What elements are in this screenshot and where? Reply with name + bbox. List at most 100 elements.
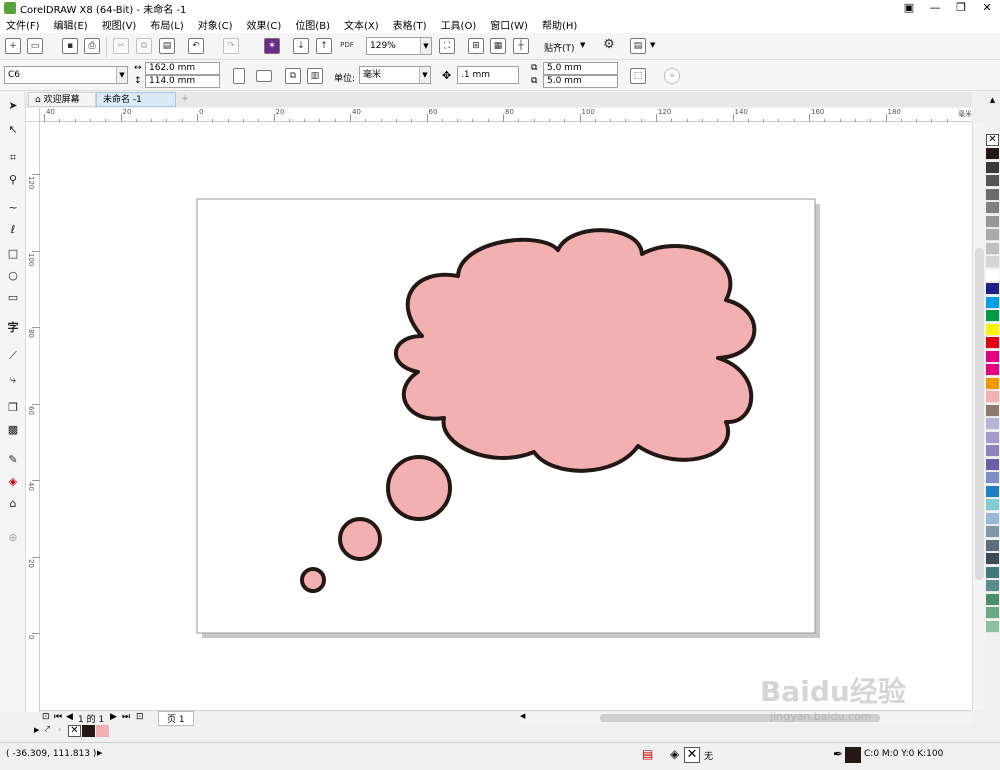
palette-swatch[interactable]: [986, 607, 999, 619]
pick-tool-icon[interactable]: ➤: [5, 98, 21, 114]
all-pages-icon[interactable]: ⧉: [285, 68, 301, 84]
next-page-icon[interactable]: ▶: [110, 712, 117, 722]
palette-swatch[interactable]: [986, 202, 999, 214]
export-icon[interactable]: ↑: [316, 38, 332, 54]
status-menu-icon[interactable]: ▶: [97, 749, 102, 757]
duplicate-distance-x-input[interactable]: 5.0 mm: [543, 62, 618, 75]
save-icon[interactable]: ▪: [62, 38, 78, 54]
outline-color-swatch[interactable]: [845, 747, 861, 763]
palette-swatch[interactable]: [986, 283, 999, 295]
publish-pdf-icon[interactable]: PDF: [339, 38, 355, 54]
menu-layout[interactable]: 布局(L): [150, 17, 183, 32]
thought-bubble-medium[interactable]: [338, 517, 382, 561]
tab-document[interactable]: 未命名 -1: [96, 92, 176, 107]
duplicate-distance-y-input[interactable]: 5.0 mm: [543, 75, 618, 88]
thought-bubble-large[interactable]: [386, 455, 452, 521]
palette-swatch[interactable]: [986, 418, 999, 430]
palette-swatch[interactable]: [986, 148, 999, 160]
menu-text[interactable]: 文本(X): [344, 17, 379, 32]
palette-swatch[interactable]: [986, 391, 999, 403]
show-rulers-icon[interactable]: ⊞: [468, 38, 484, 54]
show-guidelines-icon[interactable]: ┼: [513, 38, 529, 54]
polygon-tool-icon[interactable]: ▭: [5, 290, 21, 306]
vertical-ruler[interactable]: 120 100 80 60 40 20 0: [26, 122, 40, 712]
units-select[interactable]: 毫米 ▼: [359, 66, 431, 84]
menu-bitmaps[interactable]: 位图(B): [295, 17, 330, 32]
minimize-button[interactable]: —: [922, 0, 948, 16]
vertical-scrollbar[interactable]: [972, 122, 985, 710]
palette-swatch[interactable]: [986, 188, 999, 201]
horizontal-ruler[interactable]: 40 20 0 20 40 60 80 100 120 140 160 180 毫米: [40, 108, 972, 122]
menu-object[interactable]: 对象(C): [198, 17, 233, 32]
swatch-black[interactable]: [82, 725, 95, 737]
palette-scroll-up-icon[interactable]: ▲: [986, 96, 999, 104]
ruler-origin[interactable]: [26, 108, 40, 122]
current-page-icon[interactable]: ▥: [307, 68, 323, 84]
palette-swatch[interactable]: [986, 553, 999, 565]
menu-file[interactable]: 文件(F): [6, 17, 40, 32]
palette-swatch[interactable]: [986, 242, 999, 255]
add-tool-icon[interactable]: ⊕: [5, 530, 21, 546]
new-document-icon[interactable]: +: [5, 38, 21, 54]
print-icon[interactable]: ⎙: [84, 38, 100, 54]
palette-swatch[interactable]: [986, 229, 999, 241]
scroll-left-icon[interactable]: ◀: [520, 712, 525, 720]
portrait-icon[interactable]: [233, 68, 245, 84]
cut-icon[interactable]: ✂: [113, 38, 129, 54]
palette-swatch[interactable]: [986, 215, 999, 228]
palette-swatch[interactable]: [986, 350, 999, 363]
full-screen-icon[interactable]: ⛶: [439, 38, 455, 54]
menu-tools[interactable]: 工具(O): [441, 17, 477, 32]
no-color-swatch[interactable]: ✕: [68, 725, 81, 737]
thought-bubble-small[interactable]: [300, 567, 326, 593]
transparency-tool-icon[interactable]: ▩: [5, 422, 21, 438]
menu-help[interactable]: 帮助(H): [542, 17, 577, 32]
palette-swatch[interactable]: [986, 593, 999, 606]
palette-swatch[interactable]: [986, 566, 999, 579]
text-tool-icon[interactable]: 字: [5, 320, 21, 336]
palette-swatch[interactable]: [986, 539, 999, 552]
last-page-icon[interactable]: ⏭: [122, 712, 130, 722]
palette-swatch[interactable]: [986, 485, 999, 498]
fill-bucket-icon[interactable]: ◈: [670, 747, 679, 761]
menu-window[interactable]: 窗口(W): [490, 17, 528, 32]
palette-swatch[interactable]: [986, 526, 999, 538]
paste-icon[interactable]: ▤: [159, 38, 175, 54]
page-height-input[interactable]: 114.0 mm: [145, 75, 220, 88]
palette-swatch[interactable]: [986, 256, 999, 268]
vertical-scroll-thumb[interactable]: [975, 248, 984, 580]
palette-swatch[interactable]: [986, 472, 999, 484]
paper-size-select[interactable]: C6 ▼: [4, 66, 128, 84]
palette-swatch[interactable]: [986, 580, 999, 592]
shape-tool-icon[interactable]: ↖: [5, 122, 21, 138]
chevron-left-icon[interactable]: ‹: [58, 725, 62, 735]
rectangle-tool-icon[interactable]: □: [5, 246, 21, 262]
search-content-icon[interactable]: ✶: [264, 38, 280, 54]
open-folder-icon[interactable]: ▭: [27, 38, 43, 54]
options-gear-icon[interactable]: ⚙: [601, 38, 617, 54]
palette-swatch[interactable]: [986, 458, 999, 471]
maximize-button[interactable]: ❐: [948, 0, 974, 16]
palette-swatch[interactable]: [986, 445, 999, 457]
tab-welcome-screen[interactable]: ⌂ 欢迎屏幕: [28, 92, 96, 107]
close-button[interactable]: ✕: [974, 0, 1000, 16]
palette-swatch[interactable]: [986, 337, 999, 349]
quick-customize-icon[interactable]: +: [664, 68, 680, 84]
palette-swatch[interactable]: [986, 323, 999, 336]
outline-pen-icon[interactable]: ✒: [833, 747, 843, 761]
previous-page-icon[interactable]: ◀: [66, 712, 73, 722]
palette-swatch[interactable]: [986, 404, 999, 417]
undo-icon[interactable]: ↶: [188, 38, 204, 54]
palette-swatch[interactable]: [986, 512, 999, 525]
palette-swatch[interactable]: [986, 364, 999, 376]
interactive-fill-icon[interactable]: ◈: [5, 474, 21, 490]
palette-swatch[interactable]: [986, 161, 999, 174]
treat-as-filled-icon[interactable]: ⬚: [630, 68, 646, 84]
user-icon[interactable]: ▣: [896, 0, 922, 16]
fill-none-icon[interactable]: ✕: [684, 747, 700, 763]
menu-view[interactable]: 视图(V): [102, 17, 137, 32]
menu-table[interactable]: 表格(T): [393, 17, 427, 32]
palette-swatch[interactable]: [986, 269, 999, 282]
drawing-canvas[interactable]: [40, 122, 972, 710]
eyedropper-tool-icon[interactable]: ✎: [5, 452, 21, 468]
